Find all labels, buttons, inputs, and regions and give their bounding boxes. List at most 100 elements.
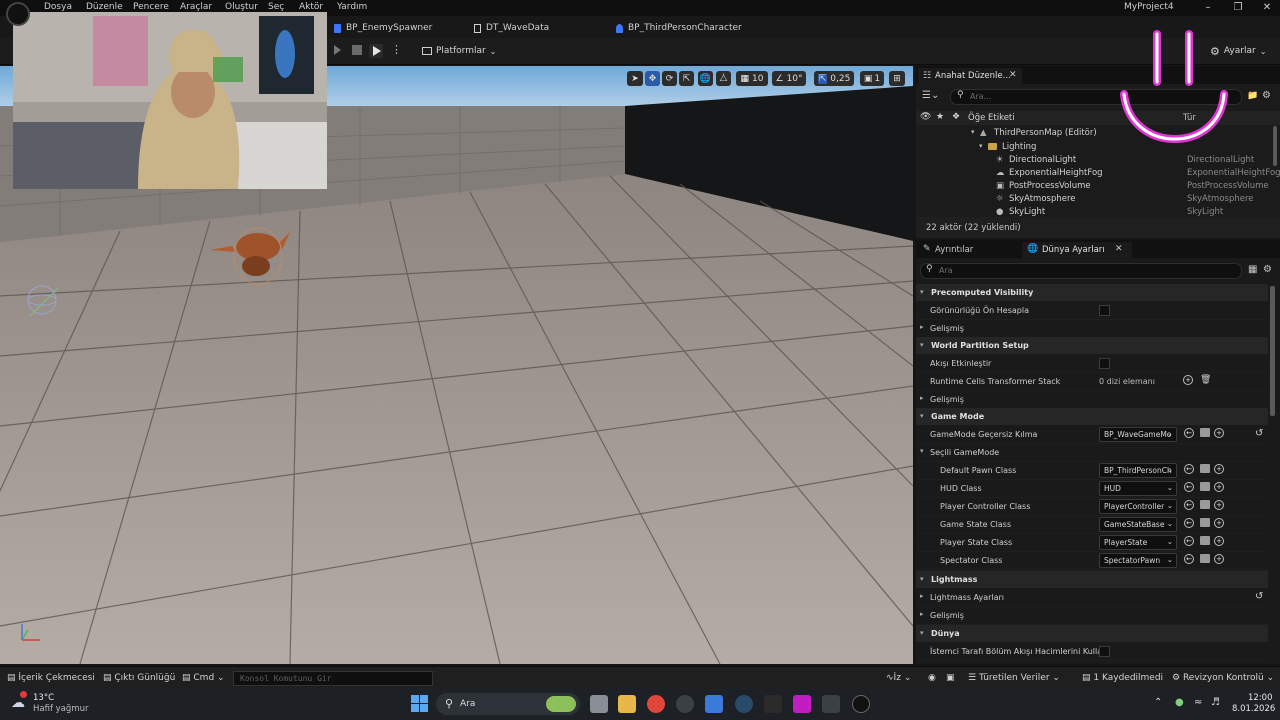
gear-icon[interactable]: ⚙: [1262, 90, 1271, 101]
section-precomputed-visibility[interactable]: ▾ Precomputed Visibility: [916, 284, 1268, 301]
folder-icon[interactable]: [1200, 518, 1210, 527]
folder-icon[interactable]: [1200, 428, 1210, 437]
layout-icon[interactable]: ⊞: [889, 71, 905, 86]
outliner-row-actor[interactable]: ☁ ExponentialHeightFog ExponentialHeight…: [916, 167, 1280, 180]
reset-icon[interactable]: ↺: [1255, 591, 1263, 602]
prop-selected-gamemode[interactable]: ▾ Seçili GameMode: [916, 443, 1268, 462]
chrome-icon[interactable]: [647, 695, 665, 713]
record-icon[interactable]: ◉: [928, 673, 936, 683]
wifi-icon[interactable]: ≈: [1194, 697, 1202, 708]
tab-bp-thirdpersoncharacter[interactable]: BP_ThirdPersonCharacter: [616, 20, 742, 36]
prop-advanced[interactable]: ▸ Gelişmiş: [916, 390, 1268, 409]
close-tab-icon[interactable]: ✕: [1115, 244, 1123, 254]
player-state-select[interactable]: PlayerState ⌄: [1099, 535, 1177, 550]
outliner-scrollbar[interactable]: [1273, 126, 1277, 166]
volume-icon[interactable]: ♬: [1211, 697, 1220, 708]
gamemode-override-select[interactable]: BP_WaveGameMo ⌄: [1099, 427, 1177, 442]
folder-icon[interactable]: [1200, 464, 1210, 473]
output-log-button[interactable]: ▤ Çıktı Günlüğü: [103, 673, 175, 683]
menu-item-file[interactable]: Dosya: [44, 2, 72, 12]
browse-icon[interactable]: ←: [1184, 554, 1194, 564]
content-drawer-button[interactable]: ▤ İçerik Çekmecesi: [7, 673, 95, 683]
steam-icon[interactable]: [735, 695, 753, 713]
clock-time[interactable]: 12:00: [1248, 693, 1273, 703]
tab-details[interactable]: ✎ Ayrıntılar: [918, 242, 1018, 258]
rotate-mode-icon[interactable]: ⟳: [662, 71, 677, 86]
browse-icon[interactable]: ←: [1184, 500, 1194, 510]
scale-mode-icon[interactable]: ⇱: [679, 71, 694, 86]
browse-icon[interactable]: ←: [1184, 536, 1194, 546]
stop-icon[interactable]: [352, 45, 362, 55]
revision-control-button[interactable]: ⚙ Revizyon Kontrolü ⌄: [1172, 673, 1274, 683]
prop-advanced[interactable]: ▸ Gelişmiş: [916, 319, 1268, 338]
browse-icon[interactable]: ←: [1184, 518, 1194, 528]
add-icon[interactable]: +: [1214, 482, 1224, 492]
spectator-select[interactable]: SpectatorPawn ⌄: [1099, 553, 1177, 568]
outliner-row-actor[interactable]: ▣ PostProcessVolume PostProcessVolume: [916, 180, 1280, 193]
section-lightmass[interactable]: ▾ Lightmass: [916, 571, 1268, 588]
move-mode-icon[interactable]: ✥: [645, 71, 660, 86]
streaming-checkbox[interactable]: [1099, 358, 1110, 369]
game-state-select[interactable]: GameStateBase ⌄: [1099, 517, 1177, 532]
tab-bp-enemyspawner[interactable]: BP_EnemySpawner: [334, 20, 432, 36]
camera-speed-button[interactable]: ▣ 1: [860, 71, 884, 86]
add-icon[interactable]: +: [1214, 500, 1224, 510]
browse-icon[interactable]: ←: [1184, 464, 1194, 474]
menu-item-select[interactable]: Seç: [268, 2, 284, 12]
precompute-checkbox[interactable]: [1099, 305, 1110, 316]
default-pawn-select[interactable]: BP_ThirdPersonCh ⌄: [1099, 463, 1177, 478]
pin-icon[interactable]: ❖: [952, 112, 960, 122]
menu-item-help[interactable]: Yardım: [337, 2, 367, 12]
file-explorer-icon[interactable]: [618, 695, 636, 713]
unsaved-button[interactable]: ▤ 1 Kaydedilmedi: [1082, 673, 1163, 683]
skip-frame-icon[interactable]: [334, 45, 341, 55]
unreal-logo-icon[interactable]: [6, 2, 30, 26]
chevron-up-icon[interactable]: ⌃: [1154, 697, 1162, 708]
console-input[interactable]: Konsol Komutunu Gir: [233, 671, 433, 686]
play-options-icon[interactable]: ⋮: [391, 43, 402, 56]
player-controller-select[interactable]: PlayerController ⌄: [1099, 499, 1177, 514]
add-icon[interactable]: +: [1214, 464, 1224, 474]
add-icon[interactable]: +: [1214, 554, 1224, 564]
browse-icon[interactable]: ←: [1184, 428, 1194, 438]
folder-icon[interactable]: [1200, 536, 1210, 545]
minimize-icon[interactable]: –: [1201, 2, 1215, 13]
unreal-engine-icon[interactable]: [852, 695, 870, 713]
epic-games-icon[interactable]: [764, 695, 782, 713]
menu-item-tools[interactable]: Araçlar: [180, 2, 212, 12]
windows-start-icon[interactable]: [411, 695, 428, 712]
outliner-row-actor[interactable]: ☼ SkyAtmosphere SkyAtmosphere: [916, 193, 1280, 206]
star-icon[interactable]: ★: [936, 112, 944, 122]
reset-icon[interactable]: ↺: [1255, 428, 1263, 439]
add-icon[interactable]: +: [1214, 518, 1224, 528]
clock-date[interactable]: 8.01.2026: [1232, 704, 1275, 714]
close-icon[interactable]: ✕: [1260, 2, 1274, 13]
gear-icon[interactable]: ⚙: [1263, 264, 1272, 275]
details-search[interactable]: ⚲ Ara: [920, 263, 1242, 279]
menu-item-create[interactable]: Oluştur: [225, 2, 258, 12]
tab-outliner[interactable]: ☷ Anahat Düzenle... ✕: [918, 68, 1022, 84]
rotation-snap-button[interactable]: ∠ 10°: [772, 71, 806, 86]
menu-item-actor[interactable]: Aktör: [299, 2, 323, 12]
play-button[interactable]: [369, 44, 383, 58]
github-icon[interactable]: [676, 695, 694, 713]
derived-data-button[interactable]: ☰ Türetilen Veriler ⌄: [968, 673, 1060, 683]
world-local-icon[interactable]: 🌐: [698, 71, 713, 86]
maximize-icon[interactable]: ❐: [1231, 2, 1245, 13]
grid-snap-button[interactable]: ▦ 10: [736, 71, 768, 86]
client-side-checkbox[interactable]: [1099, 646, 1110, 657]
capture-icon[interactable]: ▣: [946, 673, 955, 683]
outliner-row-actor[interactable]: ● SkyLight SkyLight: [916, 206, 1280, 216]
prop-advanced[interactable]: ▸ Gelişmiş: [916, 606, 1268, 625]
section-world-partition[interactable]: ▾ World Partition Setup: [916, 337, 1268, 354]
details-scrollbar[interactable]: [1270, 286, 1275, 416]
tab-dt-wavedata[interactable]: DT_WaveData: [474, 20, 549, 36]
add-element-icon[interactable]: +: [1183, 375, 1193, 385]
filter-icon[interactable]: ☰⌄: [922, 90, 939, 101]
hud-class-select[interactable]: HUD ⌄: [1099, 481, 1177, 496]
eye-icon[interactable]: 👁: [920, 112, 931, 122]
column-item-label[interactable]: Öğe Etiketi: [968, 113, 1015, 123]
weather-widget[interactable]: ☁: [11, 691, 29, 711]
menu-item-window[interactable]: Pencere: [133, 2, 169, 12]
microphone-icon[interactable]: ●: [1175, 697, 1184, 708]
